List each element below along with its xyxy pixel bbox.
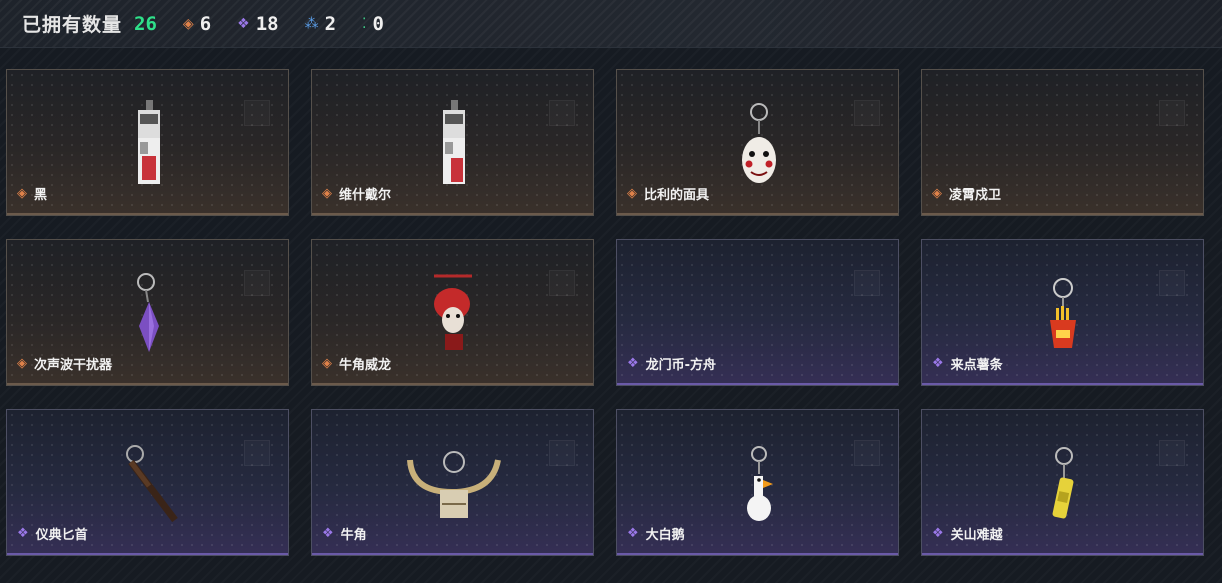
charm-name: 牛角 [340,528,367,543]
blue-triangle-icon: ⁂ [304,15,319,32]
charm-card[interactable]: ◈ 凌霄戍卫 [921,69,1204,216]
charm-card[interactable]: ❖ 牛角 [311,409,594,556]
purple-rarity-icon: ❖ [932,526,944,541]
charm-card[interactable]: ◈ 比利的面具 [616,69,899,216]
charm-name: 牛角威龙 [339,358,392,373]
rarity-count: 0 [372,12,384,35]
owned-count-label: 已拥有数量 [22,14,123,36]
rarity-count: 18 [255,12,279,35]
card-decoration [1159,100,1185,126]
charm-name: 维什戴尔 [339,188,392,203]
orange-rarity-icon: ◈ [322,186,332,201]
charm-name: 比利的面具 [644,188,710,203]
card-charm-icon [138,100,160,184]
charm-name: 关山难越 [950,528,1003,543]
charm-card[interactable]: ❖ 来点薯条 [921,239,1204,386]
charm-card[interactable]: ◈ 维什戴尔 [311,69,594,216]
charm-card[interactable]: ◈ 次声波干扰器 [6,239,289,386]
purple-rarity-icon: ❖ [627,526,639,541]
charm-name: 大白鹅 [645,528,685,543]
owned-count-value: 26 [134,12,157,35]
orange-rarity-icon: ◈ [627,186,637,201]
orange-rarity-icon: ◈ [932,186,942,201]
purple-rarity-icon: ❖ [17,526,29,541]
charm-name: 黑 [34,188,48,203]
charm-name: 凌霄戍卫 [949,188,1002,203]
charm-name: 仪典匕首 [35,528,88,543]
charm-name: 龙门币-方舟 [645,358,717,373]
charm-card[interactable]: ❖ 大白鹅 [616,409,899,556]
purple-rarity-icon: ❖ [322,526,334,541]
charm-name: 来点薯条 [950,358,1003,373]
orange-rarity-icon: ◈ [17,186,27,201]
charm-card[interactable]: ◈ 黑 [6,69,289,216]
orange-rarity-icon: ◈ [17,356,27,371]
charm-name: 次声波干扰器 [34,358,113,373]
rarity-stat-green: ⁚ 0 [362,13,384,35]
charm-card[interactable]: ❖ 仪典匕首 [6,409,289,556]
card-decoration [854,270,880,296]
purple-rarity-icon: ❖ [932,356,944,371]
charm-card[interactable]: ◈ 牛角威龙 [311,239,594,386]
rarity-stat-orange: ◈ 6 [183,13,211,35]
collection-header: 已拥有数量 26 ◈ 6 ❖ 18 ⁂ 2 ⁚ 0 [0,0,1222,48]
orange-diamond-icon: ◈ [182,15,194,32]
purple-rarity-icon: ❖ [627,356,639,371]
charm-card[interactable]: ❖ 关山难越 [921,409,1204,556]
purple-diamond-icon: ❖ [237,15,250,32]
green-dots-icon: ⁚ [362,15,367,32]
rarity-count: 2 [324,12,337,35]
rarity-stat-blue: ⁂ 2 [305,13,336,35]
rarity-stat-purple: ❖ 18 [237,13,278,35]
charm-card[interactable]: ❖ 龙门币-方舟 [616,239,899,386]
orange-rarity-icon: ◈ [322,356,332,371]
rarity-count: 6 [199,12,212,35]
